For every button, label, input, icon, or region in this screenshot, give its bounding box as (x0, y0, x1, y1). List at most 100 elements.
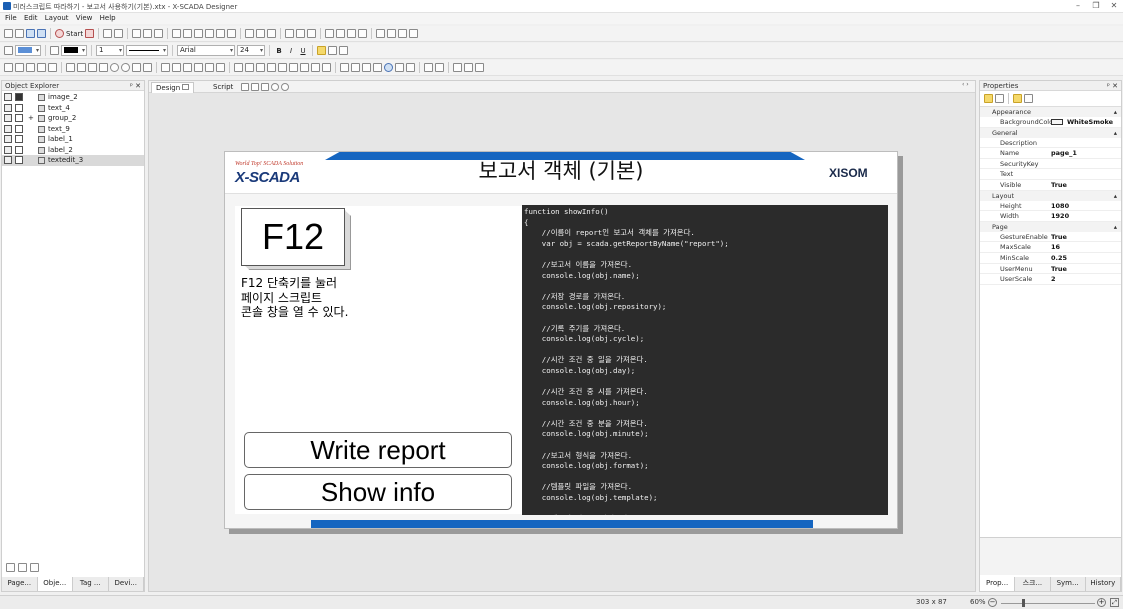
menu-view[interactable]: View (76, 13, 93, 24)
stop-icon[interactable] (85, 29, 95, 38)
visibility-icon[interactable] (4, 124, 12, 133)
property-row[interactable]: SecurityKey (980, 159, 1121, 170)
font-size-dropdown[interactable]: 24 (237, 45, 265, 56)
align-bottom-icon[interactable] (227, 29, 237, 38)
report-tool-icon[interactable] (406, 63, 415, 72)
fit-page-icon[interactable]: ⤢ (1110, 598, 1119, 607)
text-tool-icon[interactable] (37, 63, 46, 72)
meter-tool-icon[interactable] (278, 63, 287, 72)
start-icon[interactable] (55, 29, 64, 38)
tab-objects[interactable]: Obje... (37, 577, 73, 591)
property-row[interactable]: MaxScale 16 (980, 242, 1121, 253)
tree-item[interactable]: label_2 (2, 145, 144, 156)
script-save-icon[interactable] (251, 83, 259, 91)
hspace-icon[interactable] (285, 29, 295, 38)
align-left-icon[interactable] (172, 29, 182, 38)
switch-tool-icon[interactable] (205, 63, 214, 72)
line-tool-icon[interactable] (4, 63, 13, 72)
button-tool-icon[interactable] (183, 63, 192, 72)
zoom-slider-thumb[interactable] (1022, 599, 1025, 607)
property-row[interactable]: Width 1920 (980, 211, 1121, 222)
line-color-dropdown[interactable] (61, 45, 87, 56)
textedit-tool-icon[interactable] (172, 63, 181, 72)
combo-tool-icon[interactable] (311, 63, 320, 72)
unlock-icon[interactable] (387, 29, 397, 38)
expand-all-icon[interactable] (6, 563, 15, 572)
visibility-icon[interactable] (4, 93, 12, 101)
align-right-icon[interactable] (194, 29, 204, 38)
tab-design[interactable]: Design (151, 82, 195, 93)
map-tool-icon[interactable] (464, 63, 473, 72)
zoom-in-icon[interactable] (271, 83, 279, 91)
minimize-icon[interactable]: – (1070, 0, 1086, 12)
arc-tool-icon[interactable] (143, 63, 152, 72)
property-row[interactable]: Height 1080 (980, 201, 1121, 212)
property-row[interactable]: GestureEnable True (980, 232, 1121, 243)
menu-edit[interactable]: Edit (24, 13, 38, 24)
same-size-icon[interactable] (267, 29, 277, 38)
dashboard-tool-icon[interactable] (453, 63, 462, 72)
radio-tool-icon[interactable] (351, 63, 360, 72)
lock-toggle-icon[interactable] (15, 156, 23, 164)
start-button[interactable]: Start (66, 30, 83, 38)
new-file-icon[interactable] (4, 29, 13, 38)
library-tool-icon[interactable] (435, 63, 444, 72)
underline-button[interactable]: U (298, 47, 308, 55)
save-all-icon[interactable] (37, 29, 46, 38)
lock-toggle-icon[interactable] (15, 103, 23, 112)
polygon-tool-icon[interactable] (26, 63, 35, 72)
align-top-icon[interactable] (205, 29, 215, 38)
group-icon[interactable] (325, 29, 335, 38)
category-page[interactable]: Page (980, 221, 1121, 232)
line-style-dropdown[interactable] (126, 45, 168, 56)
menu-layout[interactable]: Layout (45, 13, 69, 24)
visibility-icon[interactable] (4, 156, 12, 164)
visibility-icon[interactable] (4, 145, 12, 154)
property-row[interactable]: BackgroundColo WhiteSmoke (980, 117, 1121, 128)
save-icon[interactable] (26, 29, 35, 38)
pentagon-tool-icon[interactable] (88, 63, 97, 72)
ungroup-icon[interactable] (336, 29, 346, 38)
panel-scroll-icon[interactable]: ‹ › (962, 81, 969, 88)
collapse-all-icon[interactable] (18, 563, 27, 572)
lamp-tool-icon[interactable] (194, 63, 203, 72)
write-report-button[interactable]: Write report (244, 432, 512, 468)
calendar-tool-icon[interactable] (362, 63, 371, 72)
tab-properties[interactable]: Prop... (980, 577, 1016, 591)
script-open-icon[interactable] (241, 83, 249, 91)
property-row[interactable]: Visible True (980, 180, 1121, 191)
lock-icon[interactable] (376, 29, 386, 38)
hexagon-tool-icon[interactable] (99, 63, 108, 72)
tree-item[interactable]: text_4 (2, 103, 144, 114)
trend-tool-icon[interactable] (234, 63, 243, 72)
tab-page[interactable]: Page... (2, 577, 38, 591)
property-row[interactable]: MinScale 0.25 (980, 253, 1121, 264)
grid-tool-icon[interactable] (322, 63, 331, 72)
tab-history[interactable]: History (1085, 577, 1121, 591)
category-appearance[interactable]: Appearance (980, 107, 1121, 117)
chart-tool-icon[interactable] (289, 63, 298, 72)
tree-item[interactable]: text_9 (2, 124, 144, 135)
menu-file[interactable]: File (5, 13, 17, 24)
video-tool-icon[interactable] (395, 63, 404, 72)
properties-view-icon[interactable] (1013, 94, 1022, 103)
text-align-right-icon[interactable] (339, 46, 348, 55)
undo-icon[interactable] (103, 29, 113, 38)
frame-tool-icon[interactable] (373, 63, 382, 72)
send-back-icon[interactable] (358, 29, 368, 38)
restore-icon[interactable]: ❐ (1088, 0, 1104, 12)
paste-icon[interactable] (154, 29, 164, 38)
font-family-dropdown[interactable]: Arial (177, 45, 235, 56)
lock-toggle-icon[interactable] (15, 135, 23, 143)
events-view-icon[interactable] (1024, 94, 1033, 103)
triangle-tool-icon[interactable] (66, 63, 75, 72)
cut-icon[interactable] (132, 29, 142, 38)
script-code-box[interactable]: function showInfo() { //이름이 report인 보고서 … (522, 205, 888, 515)
text-align-left-icon[interactable] (317, 46, 326, 55)
property-row[interactable]: UserScale 2 (980, 274, 1121, 285)
polyline-tool-icon[interactable] (15, 63, 24, 72)
circle-tool-icon[interactable] (110, 63, 119, 72)
property-row[interactable]: Text (980, 169, 1121, 180)
diamond-tool-icon[interactable] (132, 63, 141, 72)
line-width-dropdown[interactable]: 1 (96, 45, 124, 56)
